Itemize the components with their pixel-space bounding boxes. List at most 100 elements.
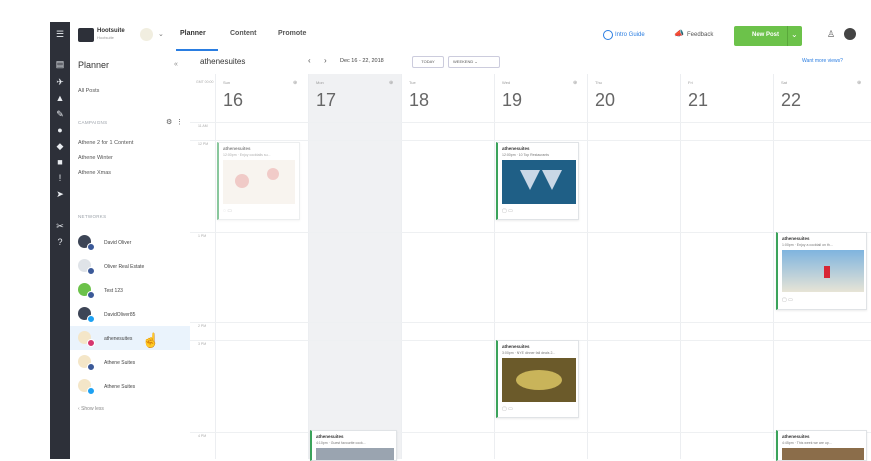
network-name: DavidOliver85: [104, 312, 136, 318]
help-icon[interactable]: ?: [54, 236, 66, 248]
day-column[interactable]: [215, 74, 309, 459]
dinner-plate-icon: [516, 370, 562, 390]
day-number: 20: [595, 90, 616, 110]
network-row[interactable]: Athene Suites: [70, 352, 190, 372]
top-bar: Hootsuite Hootsuite ⌄ Planner Content Pr…: [70, 22, 871, 53]
post-card[interactable]: athenesuites 4:45pm · This week we are u…: [776, 430, 867, 461]
next-week-icon[interactable]: ›: [324, 56, 327, 65]
notifications-icon[interactable]: ♙: [827, 29, 835, 40]
tab-content[interactable]: Content: [230, 30, 256, 37]
campaign-item[interactable]: Athene 2 for 1 Content: [78, 140, 133, 146]
network-row-selected[interactable]: athenesuites ☝: [70, 326, 190, 350]
network-name: athenesuites: [104, 336, 133, 342]
day-name: Mon: [316, 80, 324, 85]
post-card[interactable]: athenesuites 1:00pm · Enjoy a cocktail o…: [776, 232, 867, 310]
day-name: Sat: [781, 80, 788, 85]
post-footer-icons: ▢ ▭: [782, 297, 793, 303]
post-footer-icons: ◌ ▭: [223, 208, 233, 214]
food-icon: [520, 170, 540, 190]
drink-icon: [235, 174, 249, 188]
apps-icon[interactable]: ■: [54, 156, 66, 168]
post-time-text: 12:00pm · Enjoy cocktails su...: [223, 153, 271, 157]
day-column[interactable]: [308, 74, 402, 459]
day-column[interactable]: [587, 74, 681, 459]
view-select-value: WEEKEND: [453, 59, 474, 64]
want-more-views-link[interactable]: Want more views?: [802, 58, 843, 64]
post-account: athenesuites: [782, 236, 810, 241]
post-card[interactable]: athenesuites 3:00pm · NYE dinner fall de…: [496, 340, 579, 418]
twitter-badge-icon: [87, 315, 95, 323]
post-time-text: 4:45pm · This week we are up...: [782, 441, 832, 445]
network-row[interactable]: DavidOliver85: [70, 304, 190, 324]
post-card[interactable]: athenesuites 12:00pm · Enjoy cocktails s…: [217, 142, 300, 220]
profile-avatar[interactable]: [844, 28, 856, 40]
arrow-icon[interactable]: ➤: [54, 188, 66, 200]
feedback-link[interactable]: Feedback: [687, 32, 713, 38]
time-label: 1 PM: [198, 234, 207, 238]
network-row[interactable]: Oliver Real Estate: [70, 256, 190, 276]
publisher-icon[interactable]: ✈: [54, 76, 66, 88]
campaign-item[interactable]: Athene Xmas: [78, 170, 111, 176]
new-post-button[interactable]: New Post ⌄: [734, 26, 802, 46]
tab-planner[interactable]: Planner: [180, 30, 206, 37]
org-logo-icon[interactable]: [78, 28, 94, 42]
today-button[interactable]: TODAY: [412, 56, 444, 68]
facebook-badge-icon: [87, 363, 95, 371]
day-name: Fri: [688, 80, 693, 85]
collapse-sidebar-icon[interactable]: «: [174, 61, 178, 68]
week-calendar: athenesuites ‹ › Dec 16 - 22, 2018 TODAY…: [190, 52, 871, 461]
hour-divider: [190, 322, 871, 323]
assignments-icon[interactable]: ●: [54, 124, 66, 136]
post-time-text: 1:00pm · Enjoy a cocktail on th...: [782, 243, 833, 247]
intro-guide-link[interactable]: Intro Guide: [615, 32, 645, 38]
day-column[interactable]: [401, 74, 495, 459]
add-post-icon[interactable]: ⊕: [857, 80, 861, 86]
bulb-icon[interactable]: !: [54, 172, 66, 184]
show-less-link[interactable]: ‹ Show less: [78, 406, 104, 412]
more-options-icon[interactable]: ⋮: [176, 118, 183, 126]
account-selector[interactable]: athenesuites: [200, 57, 245, 66]
org-name[interactable]: Hootsuite: [97, 28, 125, 34]
prev-week-icon[interactable]: ‹: [308, 56, 311, 65]
network-name: Test 123: [104, 288, 123, 294]
network-name: Oliver Real Estate: [104, 264, 145, 270]
facebook-badge-icon: [87, 267, 95, 275]
campaign-item[interactable]: Athene Winter: [78, 155, 113, 161]
new-post-dropdown-icon[interactable]: ⌄: [791, 30, 798, 39]
sidebar-title: Planner: [78, 60, 110, 70]
settings-gear-icon[interactable]: ⚙: [166, 118, 172, 126]
network-row[interactable]: David Oliver: [70, 232, 190, 252]
network-row[interactable]: Athene Suites: [70, 376, 190, 396]
view-select[interactable]: WEEKEND ⌄: [448, 56, 500, 68]
post-account: athenesuites: [316, 434, 344, 439]
chevron-down-icon[interactable]: ⌄: [158, 30, 164, 38]
split-divider: [787, 26, 788, 46]
planner-sidebar: Planner « All Posts CAMPAIGNS ⚙ ⋮ Athene…: [70, 52, 191, 459]
tools-icon[interactable]: ✂: [54, 220, 66, 232]
compose-icon[interactable]: ✎: [54, 108, 66, 120]
post-account: athenesuites: [223, 146, 251, 151]
post-image: [502, 160, 576, 204]
day-number: 19: [502, 90, 523, 110]
user-avatar[interactable]: [140, 28, 153, 41]
hour-divider: [190, 122, 871, 123]
tab-promote[interactable]: Promote: [278, 30, 306, 37]
post-image: [223, 160, 295, 204]
add-post-icon[interactable]: ⊕: [293, 80, 297, 86]
sidebar-item-all-posts[interactable]: All Posts: [78, 88, 99, 94]
day-column[interactable]: [680, 74, 774, 459]
drink-icon: [267, 168, 279, 180]
post-card[interactable]: athenesuites 4:10pm · Guest favourite co…: [310, 430, 397, 461]
megaphone-icon[interactable]: ◆: [54, 140, 66, 152]
post-card[interactable]: athenesuites 12:00pm · 10 Top Restaurant…: [496, 142, 579, 220]
hootsuite-owl-icon[interactable]: ☰: [54, 28, 66, 40]
streams-icon[interactable]: ▤: [54, 58, 66, 70]
add-post-icon[interactable]: ⊕: [573, 80, 577, 86]
network-row[interactable]: Test 123: [70, 280, 190, 300]
timezone-label: GMT 00:00: [196, 80, 214, 84]
add-post-icon[interactable]: ⊕: [389, 80, 393, 86]
feedback-icon: 📣: [674, 29, 684, 38]
analytics-icon[interactable]: ▲: [54, 92, 66, 104]
day-number: 22: [781, 90, 802, 110]
post-image: [782, 250, 864, 292]
